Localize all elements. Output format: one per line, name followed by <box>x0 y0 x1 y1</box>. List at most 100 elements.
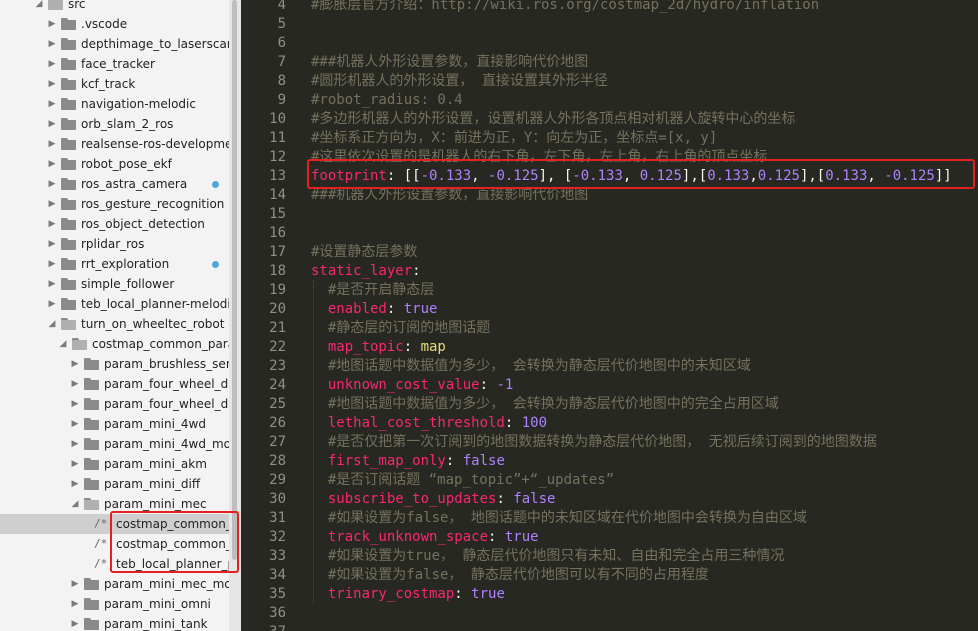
code-line[interactable]: #是否订阅话题 “map_topic”+“_updates” <box>311 471 614 490</box>
tree-folder-item[interactable]: ▶ param_mini_akm <box>0 454 229 474</box>
code-line[interactable]: static_layer: <box>311 262 421 281</box>
code-line[interactable]: #是否仅把第一次订阅到的地图数据转换为静态层代价地图， 无视后续订阅到的地图数据 <box>311 433 877 452</box>
expand-triangle-icon[interactable]: ◢ <box>34 0 44 14</box>
sidebar-scrollbar-thumb[interactable] <box>232 0 237 560</box>
collapse-triangle-icon[interactable]: ▶ <box>70 414 80 434</box>
tree-folder-item[interactable]: ▶ param_brushless_senio <box>0 354 229 374</box>
expand-triangle-icon[interactable]: ◢ <box>58 334 68 354</box>
tree-file-item[interactable]: /* teb_local_planner_pa <box>0 554 229 574</box>
tree-item-label: depthimage_to_laserscan-m <box>81 37 229 51</box>
tree-folder-item[interactable]: ◢ turn_on_wheeltec_robot <box>0 314 229 334</box>
code-line[interactable]: track_unknown_space: true <box>311 528 539 547</box>
collapse-triangle-icon[interactable]: ▶ <box>70 394 80 414</box>
line-number: 7 <box>277 54 286 70</box>
tree-folder-item[interactable]: ▶ rplidar_ros <box>0 234 229 254</box>
tree-folder-item[interactable]: ▶ rrt_exploration <box>0 254 229 274</box>
code-editor[interactable]: 4 #膨胀层官方介绍：http://wiki.ros.org/costmap_2d… <box>241 0 978 631</box>
code-line[interactable]: trinary_costmap: true <box>311 585 505 604</box>
code-line[interactable]: map_topic: map <box>311 338 446 357</box>
tree-folder-item[interactable]: ▶ realsense-ros-development <box>0 134 229 154</box>
tree-folder-item[interactable]: ▶ ros_gesture_recognition <box>0 194 229 214</box>
collapse-triangle-icon[interactable]: ▶ <box>47 74 57 94</box>
code-line[interactable]: #膨胀层官方介绍：http://wiki.ros.org/costmap_2d/… <box>311 0 819 15</box>
collapse-triangle-icon[interactable]: ▶ <box>47 54 57 74</box>
tree-folder-item[interactable]: ▶ ros_object_detection <box>0 214 229 234</box>
tree-folder-item[interactable]: ▶ .vscode <box>0 14 229 34</box>
tree-item-label: teb_local_planner-melodic-c <box>81 297 229 311</box>
tree-folder-item[interactable]: ▶ robot_pose_ekf <box>0 154 229 174</box>
code-line[interactable]: ###机器人外形设置参数，直接影响代价地图 <box>311 53 588 72</box>
collapse-triangle-icon[interactable]: ▶ <box>47 114 57 134</box>
code-line[interactable]: #地图话题中数据值为多少， 会转换为静态层代价地图中的完全占用区域 <box>311 395 779 414</box>
code-line[interactable]: #设置静态层参数 <box>311 243 417 262</box>
collapse-triangle-icon[interactable]: ▶ <box>70 474 80 494</box>
code-token: #地图话题中数据值为多少， 会转换为静态层代价地图中的未知区域 <box>311 358 751 374</box>
collapse-triangle-icon[interactable]: ▶ <box>47 134 57 154</box>
collapse-triangle-icon[interactable]: ▶ <box>70 434 80 454</box>
code-line[interactable]: #圆形机器人的外形设置， 直接设置其外形半径 <box>311 72 608 91</box>
file-icon: /* <box>94 517 108 530</box>
code-line[interactable]: #这里依次设置的是机器人的右下角，左下角，左上角，右上角的顶点坐标 <box>311 148 767 167</box>
expand-triangle-icon[interactable]: ◢ <box>47 314 57 334</box>
collapse-triangle-icon[interactable]: ▶ <box>47 194 57 214</box>
tree-folder-item[interactable]: ▶ face_tracker <box>0 54 229 74</box>
line-number: 13 <box>269 168 286 184</box>
code-line[interactable]: ###机器人外形设置参数，直接影响代价地图 <box>311 186 588 205</box>
code-line[interactable]: #静态层的订阅的地图话题 <box>311 319 490 338</box>
code-line[interactable]: #多边形机器人的外形设置，设置机器人外形各顶点相对机器人旋转中心的坐标 <box>311 110 795 129</box>
tree-folder-item[interactable]: ◢ src <box>0 0 229 14</box>
tree-folder-item[interactable]: ▶ param_mini_4wd_move <box>0 434 229 454</box>
collapse-triangle-icon[interactable]: ▶ <box>47 214 57 234</box>
code-line[interactable]: #坐标系正方向为，X：前进为正，Y：向左为正，坐标点=[x, y] <box>311 129 717 148</box>
tree-file-item[interactable]: /* costmap_common_p <box>0 534 229 554</box>
code-line[interactable]: unknown_cost_value: -1 <box>311 376 513 395</box>
collapse-triangle-icon[interactable]: ▶ <box>70 454 80 474</box>
tree-folder-item[interactable]: ▶ param_mini_4wd <box>0 414 229 434</box>
tree-folder-item[interactable]: ▶ param_mini_omni <box>0 594 229 614</box>
tree-folder-item[interactable]: ▶ ros_astra_camera <box>0 174 229 194</box>
code-line[interactable]: #robot_radius: 0.4 <box>311 91 463 110</box>
tree-folder-item[interactable]: ▶ param_mini_tank <box>0 614 229 631</box>
tree-folder-item[interactable]: ▶ param_four_wheel_diff_ <box>0 394 229 414</box>
code-line[interactable]: subscribe_to_updates: false <box>311 490 556 509</box>
collapse-triangle-icon[interactable]: ▶ <box>47 34 57 54</box>
tree-folder-item[interactable]: ◢ param_mini_mec <box>0 494 229 514</box>
collapse-triangle-icon[interactable]: ▶ <box>47 154 57 174</box>
code-line[interactable]: #地图话题中数据值为多少， 会转换为静态层代价地图中的未知区域 <box>311 357 751 376</box>
folder-icon <box>61 78 76 90</box>
folder-icon <box>84 618 99 630</box>
collapse-triangle-icon[interactable]: ▶ <box>47 234 57 254</box>
collapse-triangle-icon[interactable]: ▶ <box>70 614 80 631</box>
tree-file-item[interactable]: /* costmap_common_p <box>0 514 229 534</box>
code-line[interactable]: #是否开启静态层 <box>311 281 434 300</box>
tree-folder-item[interactable]: ▶ param_mini_diff <box>0 474 229 494</box>
code-line[interactable]: #如果设置为false， 静态层代价地图可以有不同的占用程度 <box>311 566 709 585</box>
collapse-triangle-icon[interactable]: ▶ <box>47 294 57 314</box>
collapse-triangle-icon[interactable]: ▶ <box>70 574 80 594</box>
collapse-triangle-icon[interactable]: ▶ <box>70 374 80 394</box>
collapse-triangle-icon[interactable]: ▶ <box>47 94 57 114</box>
collapse-triangle-icon[interactable]: ▶ <box>47 174 57 194</box>
tree-folder-item[interactable]: ▶ navigation-melodic <box>0 94 229 114</box>
tree-folder-item[interactable]: ▶ depthimage_to_laserscan-m <box>0 34 229 54</box>
code-line[interactable]: lethal_cost_threshold: 100 <box>311 414 547 433</box>
collapse-triangle-icon[interactable]: ▶ <box>70 594 80 614</box>
tree-folder-item[interactable]: ▶ kcf_track <box>0 74 229 94</box>
collapse-triangle-icon[interactable]: ▶ <box>70 354 80 374</box>
expand-triangle-icon[interactable]: ◢ <box>70 494 80 514</box>
code-line[interactable]: #如果设置为true， 静态层代价地图只有未知、自由和完全占用三种情况 <box>311 547 785 566</box>
git-status-dot <box>212 261 219 268</box>
tree-folder-item[interactable]: ▶ orb_slam_2_ros <box>0 114 229 134</box>
code-line[interactable]: #如果设置为false， 地图话题中的未知区域在代价地图中会转换为自由区域 <box>311 509 807 528</box>
collapse-triangle-icon[interactable]: ▶ <box>47 274 57 294</box>
tree-folder-item[interactable]: ▶ param_four_wheel_diff_ <box>0 374 229 394</box>
tree-folder-item[interactable]: ▶ simple_follower <box>0 274 229 294</box>
collapse-triangle-icon[interactable]: ▶ <box>47 14 57 34</box>
collapse-triangle-icon[interactable]: ▶ <box>47 254 57 274</box>
tree-folder-item[interactable]: ◢ costmap_common_param <box>0 334 229 354</box>
code-line[interactable]: footprint: [[-0.133, -0.125], [-0.133, 0… <box>311 167 952 186</box>
code-line[interactable]: enabled: true <box>311 300 438 319</box>
tree-folder-item[interactable]: ▶ param_mini_mec_move <box>0 574 229 594</box>
code-line[interactable]: first_map_only: false <box>311 452 505 471</box>
tree-folder-item[interactable]: ▶ teb_local_planner-melodic-c <box>0 294 229 314</box>
